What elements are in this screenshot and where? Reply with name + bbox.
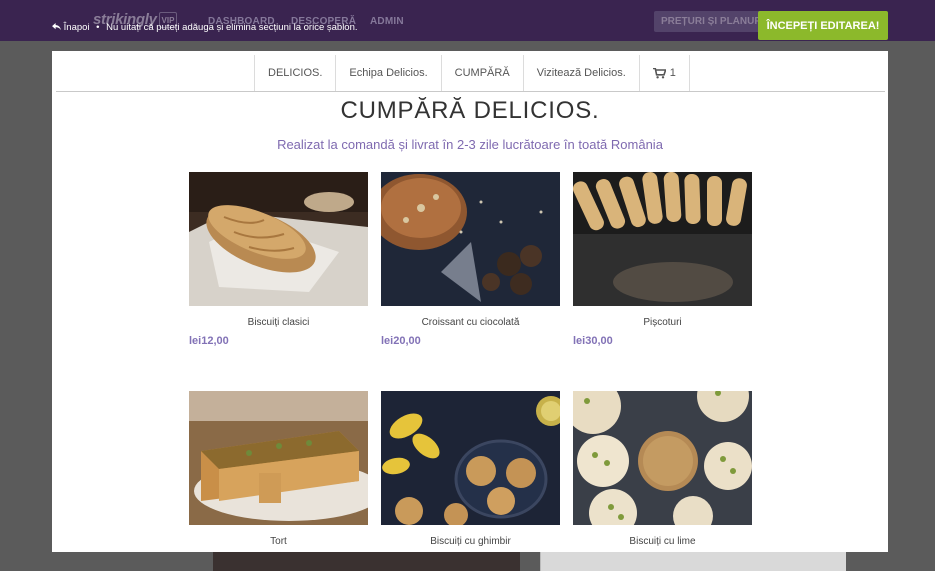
back-link[interactable]: Înapoi — [52, 22, 92, 33]
product-name[interactable]: Tort — [189, 536, 368, 547]
cart-count: 1 — [669, 67, 676, 79]
menu-item-delicios[interactable]: DELICIOS. — [255, 55, 337, 91]
nav-admin[interactable]: ADMIN — [370, 16, 404, 27]
background-page-left — [0, 41, 52, 571]
product-image[interactable] — [573, 391, 752, 525]
pricing-plans-button[interactable]: PREȚURI ȘI PLANURI — [654, 11, 772, 32]
product-card[interactable]: Biscuiți clasici lei12,00 — [189, 172, 368, 347]
background-dark-block — [213, 552, 520, 571]
product-card[interactable]: Biscuiți cu lime — [573, 391, 752, 547]
product-name[interactable]: Biscuiți cu ghimbir — [381, 536, 560, 547]
product-image[interactable] — [573, 172, 752, 306]
product-image[interactable] — [189, 172, 368, 306]
product-name[interactable]: Croissant cu ciocolată — [381, 317, 560, 328]
menu-item-visit[interactable]: Vizitează Delicios. — [524, 55, 640, 91]
product-name[interactable]: Biscuiți clasici — [189, 317, 368, 328]
product-image[interactable] — [381, 172, 560, 306]
start-editing-button[interactable]: ÎNCEPEȚI EDITAREA! — [758, 11, 888, 40]
product-name[interactable]: Biscuiți cu lime — [573, 536, 752, 547]
product-card[interactable]: Tort — [189, 391, 368, 547]
top-bar: strikingly VIP DASHBOARD DESCOPERĂ ADMIN… — [0, 0, 935, 41]
cart-button[interactable]: 1 — [640, 55, 690, 91]
back-hint-line: Înapoi • Nu uitați că puteți adăuga și e… — [52, 22, 358, 33]
menu-divider — [56, 91, 885, 92]
site-menu: DELICIOS. Echipa Delicios. CUMPĂRĂ Vizit… — [254, 55, 690, 91]
template-hint: Nu uitați că puteți adăuga și elimina se… — [106, 22, 358, 33]
back-arrow-icon — [52, 23, 61, 31]
product-card[interactable]: Biscuiți cu ghimbir — [381, 391, 560, 547]
menu-item-shop[interactable]: CUMPĂRĂ — [442, 55, 524, 91]
product-price: lei20,00 — [381, 335, 421, 347]
section-subtitle: Realizat la comandă și livrat în 2-3 zil… — [277, 137, 663, 152]
product-price: lei12,00 — [189, 335, 229, 347]
background-light-block — [540, 552, 846, 571]
product-name[interactable]: Pișcoturi — [573, 317, 752, 328]
section-title: CUMPĂRĂ DELICIOS. — [340, 97, 600, 124]
product-image[interactable] — [189, 391, 368, 525]
site-preview: DELICIOS. Echipa Delicios. CUMPĂRĂ Vizit… — [52, 51, 888, 552]
product-image[interactable] — [381, 391, 560, 525]
product-card[interactable]: Pișcoturi lei30,00 — [573, 172, 752, 347]
menu-item-team[interactable]: Echipa Delicios. — [336, 55, 442, 91]
cart-icon — [652, 67, 666, 78]
product-card[interactable]: Croissant cu ciocolată lei20,00 — [381, 172, 560, 347]
back-label: Înapoi — [63, 22, 90, 33]
product-price: lei30,00 — [573, 335, 613, 347]
separator-dot: • — [96, 22, 100, 33]
